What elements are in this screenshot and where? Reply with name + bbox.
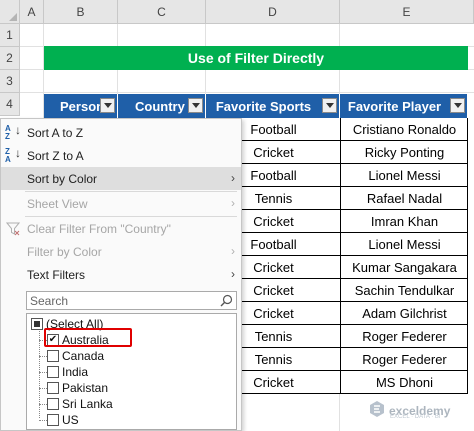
watermark-tagline: EXCEL · DATA · BI bbox=[390, 414, 441, 420]
table-border bbox=[467, 118, 468, 394]
table-cell-player[interactable]: Roger Federer bbox=[340, 325, 468, 348]
menu-item-label: Filter by Color bbox=[27, 244, 102, 259]
menu-item-label: Sort A to Z bbox=[27, 125, 84, 140]
menu-item-sheet-view[interactable]: Sheet View › bbox=[1, 192, 241, 215]
row-header-4[interactable]: 4 bbox=[0, 93, 20, 116]
table-cell-player[interactable]: Sachin Tendulkar bbox=[340, 279, 468, 302]
list-item[interactable]: Canada bbox=[47, 348, 104, 364]
table-cell-player[interactable]: Lionel Messi bbox=[340, 233, 468, 256]
filter-dropdown-menu: A Z ↓ Sort A to Z Z A ↓ Sort Z to A Sort by … bbox=[0, 118, 242, 431]
list-item[interactable]: US bbox=[47, 412, 79, 428]
clear-filter-icon bbox=[1, 222, 25, 236]
sort-descending-icon: Z A ↓ bbox=[5, 145, 21, 164]
table-cell-player[interactable]: Lionel Messi bbox=[340, 164, 468, 187]
column-header-d[interactable]: D bbox=[206, 0, 340, 24]
row-header-2[interactable]: 2 bbox=[0, 47, 20, 70]
menu-item-sort-by-color[interactable]: Sort by Color › bbox=[1, 167, 241, 190]
list-item[interactable]: India bbox=[47, 364, 88, 380]
checkbox[interactable] bbox=[47, 414, 59, 426]
list-item[interactable]: Sri Lanka bbox=[47, 396, 113, 412]
menu-item-label: Clear Filter From "Country" bbox=[27, 221, 171, 236]
search-placeholder: Search bbox=[30, 293, 69, 308]
menu-item-filter-by-color[interactable]: Filter by Color › bbox=[1, 240, 241, 263]
header-player-label: Favorite Player bbox=[347, 98, 442, 114]
table-cell-player[interactable]: MS Dhoni bbox=[340, 371, 468, 394]
table-cell-player[interactable]: Ricky Ponting bbox=[340, 141, 468, 164]
row-header-3[interactable]: 3 bbox=[0, 70, 20, 93]
filter-dropdown-button-player[interactable] bbox=[450, 98, 465, 113]
header-person-label: Person bbox=[60, 98, 105, 114]
chevron-right-icon: › bbox=[231, 196, 235, 210]
chevron-right-icon: › bbox=[231, 171, 235, 185]
menu-item-label: Sheet View bbox=[27, 196, 88, 211]
exceldemy-logo-icon bbox=[368, 400, 386, 421]
filter-dropdown-button-person[interactable] bbox=[100, 98, 115, 113]
row-header-1[interactable]: 1 bbox=[0, 24, 20, 47]
column-header-b[interactable]: B bbox=[44, 0, 118, 24]
header-country: Country bbox=[118, 94, 206, 118]
list-item-label: India bbox=[62, 365, 89, 379]
list-item-label: Pakistan bbox=[62, 381, 109, 395]
gridline bbox=[20, 92, 474, 93]
column-header-c[interactable]: C bbox=[118, 0, 206, 24]
list-item[interactable]: Pakistan bbox=[47, 380, 108, 396]
header-sport: Favorite Sports bbox=[206, 94, 340, 118]
menu-item-label: Sort Z to A bbox=[27, 148, 84, 163]
list-item-label: US bbox=[62, 413, 79, 427]
checkbox[interactable] bbox=[47, 350, 59, 362]
menu-item-sort-a-to-z[interactable]: A Z ↓ Sort A to Z bbox=[1, 121, 241, 144]
table-cell-player[interactable]: Kumar Sangakara bbox=[340, 256, 468, 279]
highlight-box bbox=[44, 328, 132, 347]
menu-item-sort-z-to-a[interactable]: Z A ↓ Sort Z to A bbox=[1, 144, 241, 167]
table-cell-player[interactable]: Roger Federer bbox=[340, 348, 468, 371]
table-cell-player[interactable]: Rafael Nadal bbox=[340, 187, 468, 210]
table-cell-player[interactable]: Cristiano Ronaldo bbox=[340, 118, 468, 141]
column-header-a[interactable]: A bbox=[20, 0, 44, 24]
table-cell-player[interactable]: Adam Gilchrist bbox=[340, 302, 468, 325]
search-input[interactable]: Search bbox=[26, 291, 237, 310]
list-item-label: Sri Lanka bbox=[62, 397, 113, 411]
list-item-label: Canada bbox=[62, 349, 105, 363]
checkbox[interactable] bbox=[47, 398, 59, 410]
sort-ascending-icon: A Z ↓ bbox=[5, 122, 21, 141]
header-country-label: Country bbox=[135, 98, 185, 114]
checkbox[interactable] bbox=[47, 382, 59, 394]
chevron-right-icon: › bbox=[231, 267, 235, 281]
column-header-e[interactable]: E bbox=[340, 0, 474, 24]
header-person: Person bbox=[44, 94, 118, 118]
search-icon bbox=[220, 294, 233, 310]
chevron-right-icon: › bbox=[231, 244, 235, 258]
filter-value-list[interactable]: (Select All) ✔ Australia Canada India Pa… bbox=[26, 313, 237, 430]
menu-item-clear-filter[interactable]: Clear Filter From "Country" bbox=[1, 217, 241, 240]
checkbox[interactable] bbox=[47, 366, 59, 378]
menu-item-text-filters[interactable]: Text Filters › bbox=[1, 263, 241, 286]
menu-item-label: Text Filters bbox=[27, 267, 86, 282]
menu-item-label: Sort by Color bbox=[27, 171, 98, 186]
header-sport-label: Favorite Sports bbox=[215, 98, 312, 114]
select-all-corner[interactable] bbox=[0, 0, 20, 24]
table-cell-player[interactable]: Imran Khan bbox=[340, 210, 468, 233]
sheet-title: Use of Filter Directly bbox=[44, 46, 468, 70]
filter-dropdown-button-country[interactable] bbox=[188, 98, 203, 113]
select-all-checkbox[interactable] bbox=[31, 318, 43, 330]
header-player: Favorite Player bbox=[340, 94, 468, 118]
watermark-logo: exceldemy EXCEL · DATA · BI bbox=[368, 400, 450, 421]
filter-dropdown-button-sport[interactable] bbox=[322, 98, 337, 113]
